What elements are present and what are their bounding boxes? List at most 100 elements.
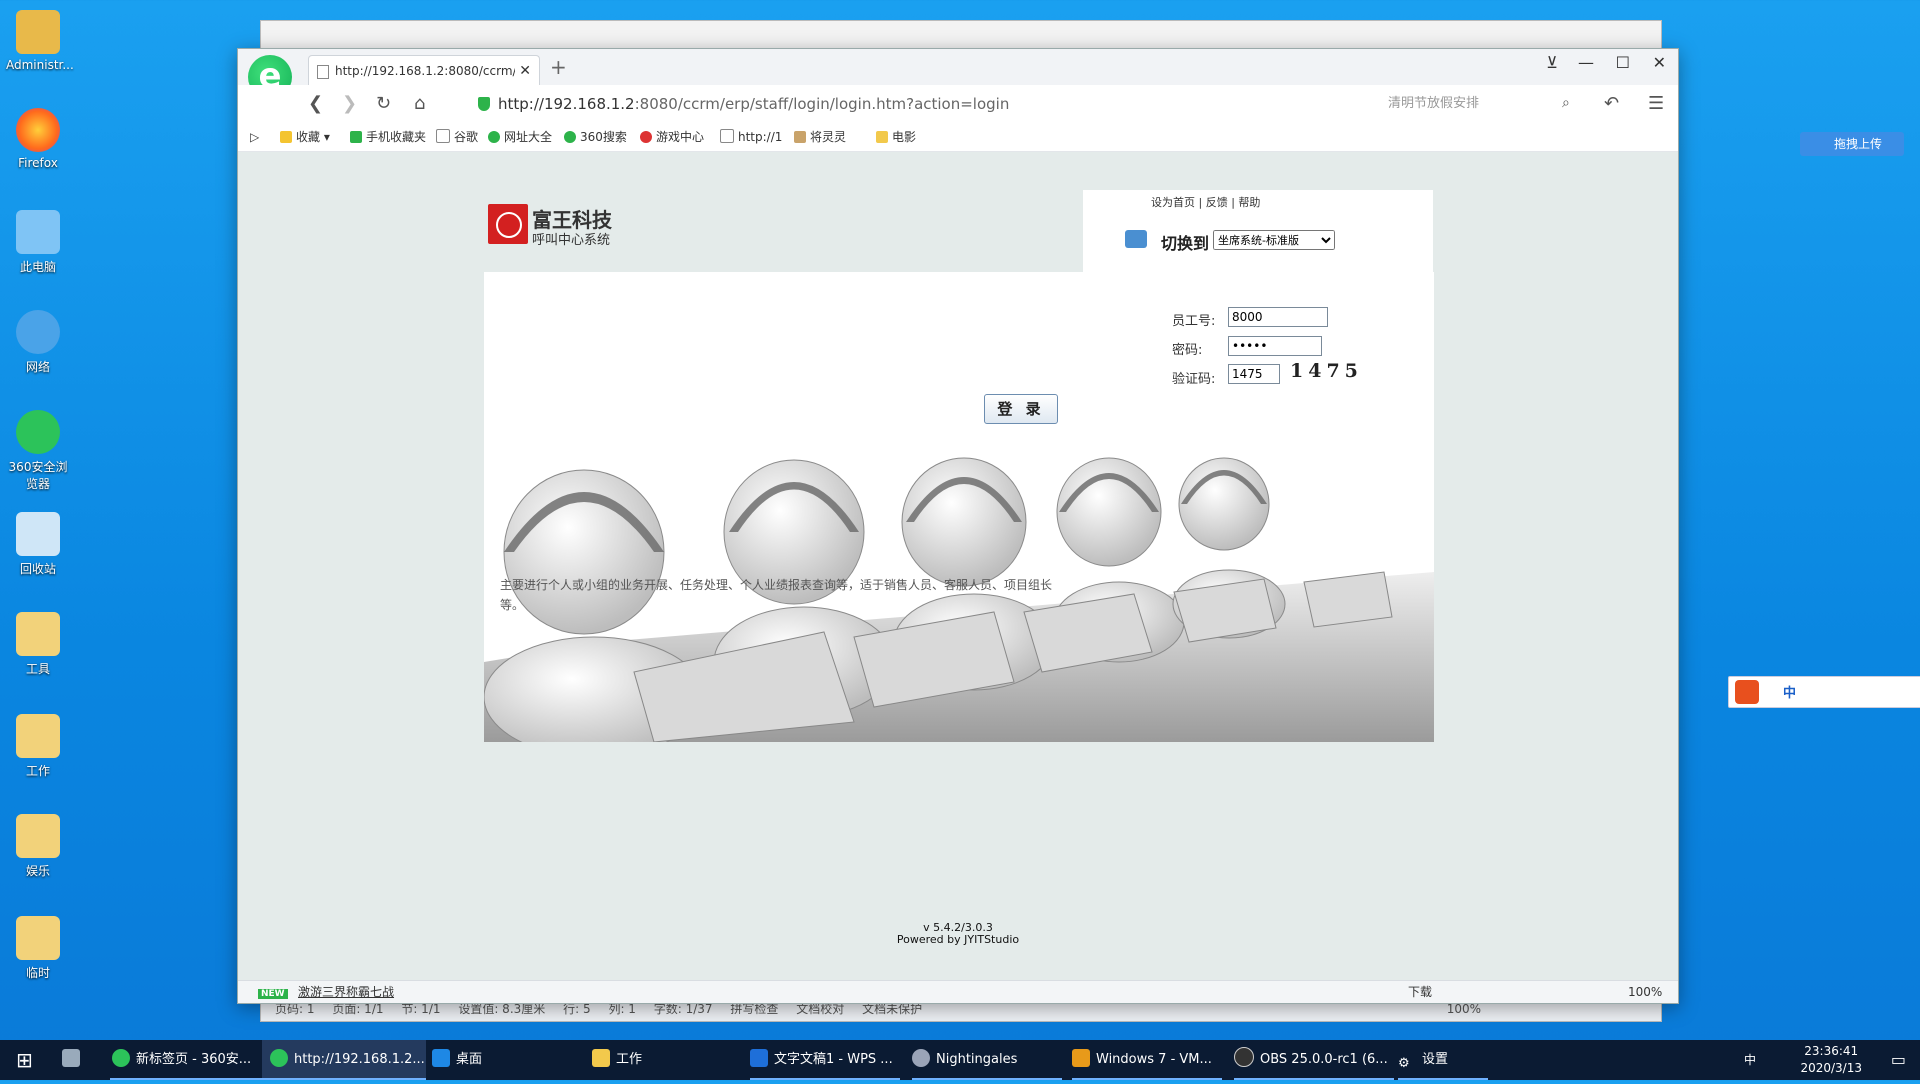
url-path: :8080/ccrm/erp/staff/login/login.htm?act… <box>634 95 1010 113</box>
taskbar: ⊞ 新标签页 - 360安... http://192.168.1.2... 桌… <box>0 1040 1920 1080</box>
taskbar-item-browser[interactable]: http://192.168.1.2... <box>262 1040 426 1080</box>
help-link[interactable]: 帮助 <box>1238 196 1260 209</box>
taskbar-pin-icon[interactable] <box>62 1040 86 1080</box>
refresh-button[interactable]: ↻ <box>376 93 391 114</box>
taskbar-item-360-newtab[interactable]: 新标签页 - 360安... <box>110 1040 262 1080</box>
new-tab-button[interactable]: + <box>550 55 567 79</box>
brand-subtitle: 呼叫中心系统 <box>532 233 611 248</box>
login-button[interactable]: 登 录 <box>984 394 1058 424</box>
star-icon <box>280 131 292 143</box>
undo-icon[interactable]: ↶ <box>1604 93 1619 114</box>
taskbar-item-obs[interactable]: OBS 25.0.0-rc1 (6... <box>1234 1040 1394 1080</box>
wps-proofread[interactable]: 文档校对 <box>796 1002 844 1016</box>
upload-widget[interactable]: 拖拽上传 <box>1800 132 1904 156</box>
bookmark-movies[interactable]: 电影 <box>876 123 916 151</box>
taskbar-item-work[interactable]: 工作 <box>592 1040 742 1080</box>
folder-icon <box>876 131 888 143</box>
close-button[interactable]: ✕ <box>1653 53 1666 72</box>
system-clock[interactable]: 23:36:41 2020/3/13 <box>1800 1043 1862 1077</box>
address-bar: ❮ ❯ ↻ ⌂ http://192.168.1.2:8080/ccrm/erp… <box>238 85 1678 124</box>
version-info: v 5.4.2/3.0.3 Powered by JYITStudio <box>238 922 1678 946</box>
captcha-image[interactable]: 1475 <box>1290 360 1363 382</box>
taskbar-item-nightingales[interactable]: Nightingales <box>912 1040 1062 1080</box>
sidebar-toggle-icon[interactable]: ▷ <box>250 123 259 151</box>
desktop-icon-this-pc[interactable]: 此电脑 <box>6 210 70 275</box>
taskbar-item-vmware[interactable]: Windows 7 - VM... <box>1072 1040 1222 1080</box>
clock-date: 2020/3/13 <box>1800 1061 1862 1075</box>
wps-pages: 页面: 1/1 <box>332 1002 384 1016</box>
desktop-icon-firefox[interactable]: Firefox <box>6 108 70 170</box>
minimize-button[interactable]: — <box>1578 53 1594 72</box>
employee-id-label: 员工号: <box>1172 314 1216 329</box>
bookmark-mobile[interactable]: 手机收藏夹 <box>350 123 426 151</box>
search-input[interactable]: 清明节放假安排 <box>1388 91 1578 117</box>
zoom-level[interactable]: 100% <box>1628 981 1662 1003</box>
bookmark-hao[interactable]: 网址大全 <box>488 123 552 151</box>
system-select[interactable]: 坐席系统-标准版 <box>1213 230 1335 250</box>
url-field[interactable]: http://192.168.1.2:8080/ccrm/erp/staff/l… <box>478 91 1378 117</box>
desktop-icon-work[interactable]: 工作 <box>6 714 70 779</box>
computer-icon <box>16 210 60 254</box>
top-links: 设为首页 | 反馈 | 帮助 <box>1151 196 1261 209</box>
menu-icon[interactable]: ☰ <box>1648 93 1664 114</box>
set-homepage-link[interactable]: 设为首页 <box>1151 196 1195 209</box>
browser-status-bar: NEW 激游三界称霸七战 下载 100% <box>238 980 1678 1003</box>
bookmark-360search[interactable]: 360搜索 <box>564 123 627 151</box>
taskbar-item-settings[interactable]: ⚙ 设置 <box>1398 1040 1488 1080</box>
bookmark-google[interactable]: 谷歌 <box>436 123 478 151</box>
desktop-icon-administrator[interactable]: Administr... <box>6 10 74 72</box>
wps-spell-check[interactable]: 拼写检查 <box>730 1002 778 1016</box>
taskbar-item-desktop[interactable]: 桌面 <box>432 1040 582 1080</box>
bookmark-game2[interactable]: 将灵灵 <box>794 123 846 151</box>
ime-toolbar: 中 <box>1728 676 1920 708</box>
taskbar-item-wps[interactable]: 文字文稿1 - WPS ... <box>750 1040 900 1080</box>
firefox-icon <box>16 108 60 152</box>
ime-language[interactable]: 中 <box>1783 682 1796 701</box>
desktop-icon-recycle-bin[interactable]: 回收站 <box>6 512 70 577</box>
user-folder-icon <box>16 10 60 54</box>
download-button[interactable]: 下载 <box>1408 981 1432 1003</box>
page-icon <box>720 129 734 143</box>
folder-icon <box>16 612 60 656</box>
sogou-s-icon[interactable] <box>1735 680 1759 704</box>
tab-close-icon[interactable]: ✕ <box>519 56 531 86</box>
page-icon <box>436 129 450 143</box>
news-link[interactable]: 激游三界称霸七战 <box>298 981 394 1003</box>
wps-section: 节: 1/1 <box>401 1002 441 1016</box>
folder-icon <box>16 714 60 758</box>
start-button[interactable]: ⊞ <box>16 1040 33 1080</box>
wps-protect[interactable]: 文档未保护 <box>862 1002 922 1016</box>
desktop-icon-entertainment[interactable]: 娱乐 <box>6 814 70 879</box>
desktop-icon-network[interactable]: 网络 <box>6 310 70 375</box>
skin-icon[interactable]: ⊻ <box>1546 53 1558 72</box>
recycle-bin-icon <box>16 512 60 556</box>
network-icon <box>16 310 60 354</box>
notification-icon[interactable]: ▭ <box>1891 1040 1906 1080</box>
switch-icon <box>1125 230 1147 248</box>
page-content: 富王科技 呼叫中心系统 设为首页 | 反馈 | 帮助 切换到 坐席系统-标准版 <box>238 152 1678 980</box>
back-button[interactable]: ❮ <box>308 93 323 114</box>
desktop-icon-tools[interactable]: 工具 <box>6 612 70 677</box>
desktop-icon-360-browser[interactable]: 360安全浏览器 <box>6 410 70 492</box>
employee-id-input[interactable] <box>1228 307 1328 327</box>
wps-col: 列: 1 <box>608 1002 636 1016</box>
maximize-button[interactable]: ☐ <box>1616 53 1630 72</box>
password-input[interactable] <box>1228 336 1322 356</box>
search-icon[interactable]: ⌕ <box>1562 95 1570 111</box>
password-label: 密码: <box>1172 343 1203 358</box>
captcha-input[interactable] <box>1228 364 1280 384</box>
wps-row: 行: 5 <box>563 1002 591 1016</box>
home-button[interactable]: ⌂ <box>414 93 425 114</box>
feedback-link[interactable]: 反馈 <box>1206 196 1228 209</box>
desktop-icon-temp[interactable]: 临时 <box>6 916 70 981</box>
bookmark-games[interactable]: 游戏中心 <box>640 123 704 151</box>
upload-label: 拖拽上传 <box>1834 137 1883 151</box>
bookmarks-bar: ▷ 收藏 ▾ 手机收藏夹 谷歌 网址大全 360搜索 游戏中心 http://1… <box>238 123 1678 152</box>
tray-language[interactable]: 中 <box>1744 1040 1756 1080</box>
forward-button[interactable]: ❯ <box>342 93 357 114</box>
bookmark-favorites[interactable]: 收藏 ▾ <box>280 123 330 151</box>
browser-tab[interactable]: http://192.168.1.2:8080/ccrm/ ✕ <box>308 55 540 86</box>
folder-icon <box>16 916 60 960</box>
bookmark-http[interactable]: http://1 <box>720 123 782 151</box>
powered-by: Powered by JYITStudio <box>896 933 1020 946</box>
